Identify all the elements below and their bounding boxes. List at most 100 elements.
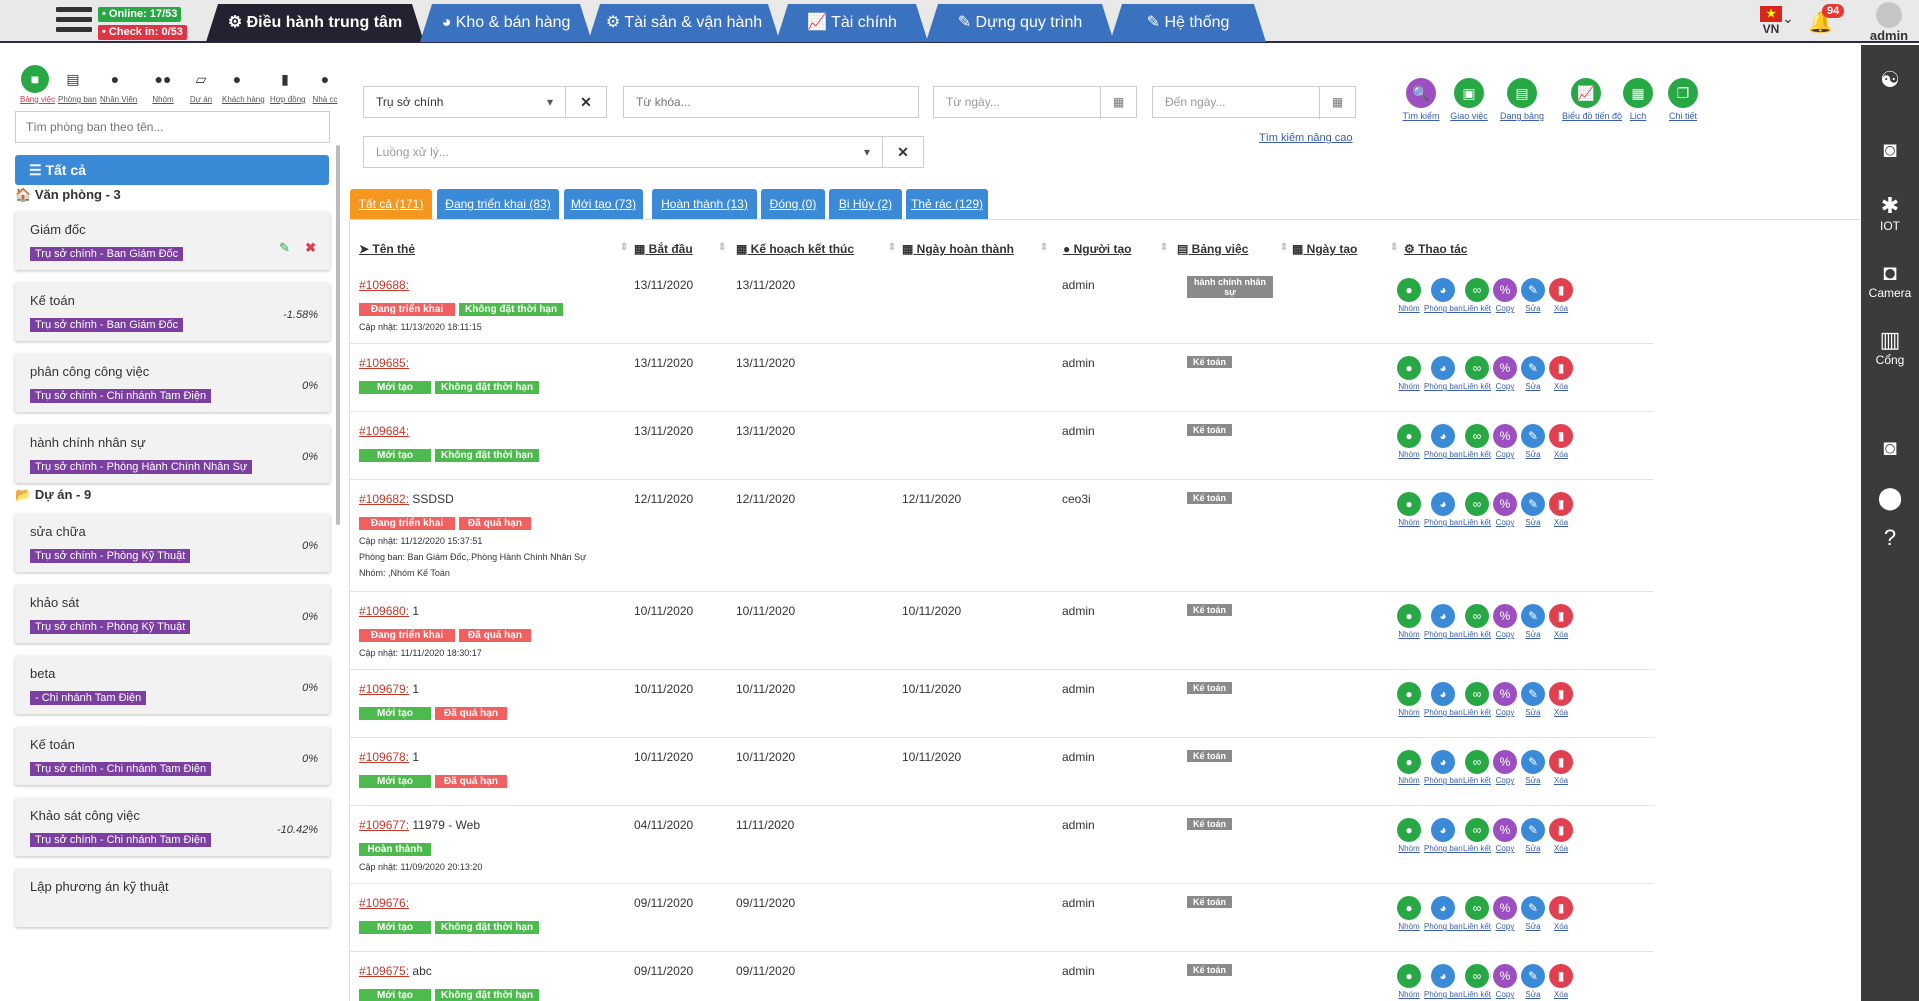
task-id-link[interactable]: #109675: bbox=[359, 964, 409, 978]
sort-icon[interactable]: ⇕ bbox=[1040, 242, 1048, 253]
chi-tiet-button[interactable]: ❐ Chi tiết bbox=[1659, 78, 1707, 121]
group-van-phong[interactable]: 🏠 Văn phòng - 3 bbox=[15, 187, 121, 203]
sidebar-icon-nha-cc[interactable]: ● Nhà cc bbox=[310, 65, 340, 104]
task-id-link[interactable]: #109679: bbox=[359, 682, 409, 696]
nhom-action-button[interactable]: ● Nhóm bbox=[1390, 818, 1428, 853]
calendar-icon[interactable]: ▦ bbox=[1319, 87, 1355, 119]
rightbar-item-camera[interactable]: ◘ Camera bbox=[1861, 260, 1919, 300]
phong-ban-action-button[interactable]: ◕ Phòng ban bbox=[1424, 896, 1463, 931]
clear-branch-button[interactable]: ✕ bbox=[565, 86, 607, 118]
to-date-input[interactable]: Đến ngày... ▦ bbox=[1152, 86, 1356, 119]
table-row[interactable]: #109688: Đang triển khai Không đặt thời hạ… bbox=[350, 266, 1654, 344]
subtab-dong-0[interactable]: Đóng (0) bbox=[761, 189, 825, 219]
keyword-input[interactable] bbox=[623, 86, 919, 118]
sidebar-icon-khach-hang[interactable]: ● Khách hàng bbox=[222, 65, 265, 104]
table-row[interactable]: #109678: 1 Mới tạo Đã quá hạn 10/11/2020 10/… bbox=[350, 738, 1654, 806]
sort-icon[interactable]: ⇕ bbox=[1160, 242, 1168, 253]
sort-icon[interactable]: ⇕ bbox=[620, 242, 628, 253]
department-card[interactable]: Lập phương án kỹ thuật bbox=[15, 869, 330, 927]
sidebar-icon-hop-dong[interactable]: ▮ Hợp đồng bbox=[270, 65, 306, 104]
branch-select[interactable]: Trụ sở chính ▾ bbox=[363, 86, 566, 118]
calendar-icon[interactable]: ▦ bbox=[1100, 87, 1136, 119]
rightbar-item-iot[interactable]: ✱ IOT bbox=[1861, 193, 1919, 233]
phong-ban-action-button[interactable]: ◕ Phòng ban bbox=[1424, 604, 1463, 639]
tim-kiem-button[interactable]: 🔍 Tìm kiếm bbox=[1397, 78, 1445, 121]
department-card[interactable]: phân công công việc Trụ sở chính - Chi nh… bbox=[15, 354, 330, 412]
phong-ban-action-button[interactable]: ◕ Phòng ban bbox=[1424, 356, 1463, 391]
giao-viec-button[interactable]: ▣ Giao việc bbox=[1445, 78, 1493, 121]
tab-kho-ban-hang[interactable]: ◕ Kho & bán hàng bbox=[420, 4, 592, 42]
table-row[interactable]: #109680: 1 Đang triển khai Đã quá hạn Cập n… bbox=[350, 592, 1654, 670]
table-row[interactable]: #109682: SSDSD Đang triển khai Đã quá hạn C… bbox=[350, 480, 1654, 592]
xoa-action-button[interactable]: ▮ Xóa bbox=[1542, 750, 1580, 785]
task-id-link[interactable]: #109685: bbox=[359, 356, 409, 370]
phong-ban-action-button[interactable]: ◕ Phòng ban bbox=[1424, 818, 1463, 853]
department-card[interactable]: Giám đốc Trụ sở chính - Ban Giám Đốc ✎ ✖ bbox=[15, 212, 330, 270]
nhom-action-button[interactable]: ● Nhóm bbox=[1390, 604, 1428, 639]
sidebar-icon-phong-ban[interactable]: ▤ Phòng ban bbox=[58, 65, 97, 104]
nhom-action-button[interactable]: ● Nhóm bbox=[1390, 278, 1428, 313]
chevron-down-icon[interactable]: ⌄ bbox=[1782, 10, 1794, 27]
lich-button[interactable]: ▦ Lịch bbox=[1614, 78, 1662, 121]
nhom-action-button[interactable]: ● Nhóm bbox=[1390, 492, 1428, 527]
department-card[interactable]: Kế toán Trụ sở chính - Chi nhánh Tam Điện… bbox=[15, 727, 330, 785]
department-card[interactable]: beta - Chi nhánh Tam Điện 0% bbox=[15, 656, 330, 714]
table-row[interactable]: #109676: Mới tạo Không đặt thời hạn 09/11/2… bbox=[350, 884, 1654, 952]
xoa-action-button[interactable]: ▮ Xóa bbox=[1542, 278, 1580, 313]
sort-icon[interactable]: ⇕ bbox=[718, 242, 726, 253]
subtab-bi-huy-2[interactable]: Bị Hủy (2) bbox=[829, 189, 902, 219]
xoa-action-button[interactable]: ▮ Xóa bbox=[1542, 964, 1580, 999]
edit-icon[interactable]: ✎ bbox=[279, 240, 290, 256]
column-header-bat-dau[interactable]: ▦ Bắt đầu ⇕ bbox=[634, 242, 726, 256]
table-row[interactable]: #109679: 1 Mới tạo Đã quá hạn 10/11/2020 10/… bbox=[350, 670, 1654, 738]
tab-dung-quy-trinh[interactable]: ✎ Dựng quy trình bbox=[926, 4, 1114, 42]
nhom-action-button[interactable]: ● Nhóm bbox=[1390, 682, 1428, 717]
clear-flow-button[interactable]: ✕ bbox=[882, 136, 924, 168]
subtab-moi-tao-73[interactable]: Mới tạo (73) bbox=[564, 189, 643, 219]
rightbar-item-tool-0[interactable]: ☯ bbox=[1861, 67, 1919, 93]
user-menu[interactable]: admin bbox=[1860, 2, 1918, 43]
sidebar-scrollbar[interactable] bbox=[336, 145, 340, 525]
nhom-action-button[interactable]: ● Nhóm bbox=[1390, 964, 1428, 999]
rightbar-item-cong[interactable]: ▥ Cổng bbox=[1861, 327, 1919, 367]
xoa-action-button[interactable]: ▮ Xóa bbox=[1542, 604, 1580, 639]
xoa-action-button[interactable]: ▮ Xóa bbox=[1542, 424, 1580, 459]
sidebar-icon-nhom[interactable]: ●● Nhóm bbox=[148, 65, 178, 104]
advanced-search-link[interactable]: Tìm kiếm nâng cao bbox=[1259, 132, 1353, 144]
phong-ban-action-button[interactable]: ◕ Phòng ban bbox=[1424, 682, 1463, 717]
subtab-hoan-thanh-13[interactable]: Hoàn thành (13) bbox=[652, 189, 757, 219]
column-header-ten-the[interactable]: ➤ Tên thẻ ⇕ bbox=[359, 242, 628, 256]
table-row[interactable]: #109675: abc Mới tạo Không đặt thời hạn 09/… bbox=[350, 952, 1654, 1001]
task-id-link[interactable]: #109682: bbox=[359, 492, 409, 506]
nhom-action-button[interactable]: ● Nhóm bbox=[1390, 750, 1428, 785]
column-header-thao-tac[interactable]: ⚙ Thao tác bbox=[1404, 242, 1467, 256]
menu-icon[interactable] bbox=[56, 7, 92, 37]
department-card[interactable]: khảo sát Trụ sở chính - Phòng Kỹ Thuật 0% bbox=[15, 585, 330, 643]
phong-ban-action-button[interactable]: ◕ Phòng ban bbox=[1424, 492, 1463, 527]
xoa-action-button[interactable]: ▮ Xóa bbox=[1542, 356, 1580, 391]
subtab-tat-ca-171[interactable]: Tất cả (171) bbox=[350, 189, 432, 219]
task-id-link[interactable]: #109678: bbox=[359, 750, 409, 764]
nhom-action-button[interactable]: ● Nhóm bbox=[1390, 896, 1428, 931]
rightbar-item-tool-5[interactable]: ◙ bbox=[1861, 435, 1919, 461]
tab-tai-san[interactable]: ⚙ Tài sản & vận hành bbox=[588, 4, 780, 42]
column-header-ngay-tao[interactable]: ▦ Ngày tạo ⇕ bbox=[1292, 242, 1398, 256]
phong-ban-action-button[interactable]: ◕ Phòng ban bbox=[1424, 964, 1463, 999]
dang-bang-button[interactable]: ▤ Dạng bảng bbox=[1498, 78, 1546, 121]
xoa-action-button[interactable]: ▮ Xóa bbox=[1542, 818, 1580, 853]
department-card[interactable]: sửa chữa Trụ sở chính - Phòng Kỹ Thuật 0% bbox=[15, 514, 330, 572]
rightbar-item-tool-7[interactable]: ? bbox=[1861, 525, 1919, 551]
rightbar-item-tool-6[interactable]: ⬤ bbox=[1861, 485, 1919, 511]
tab-dieu-hanh[interactable]: ⚙ Điều hành trung tâm bbox=[206, 4, 424, 42]
column-header-nguoi-tao[interactable]: ● Người tạo ⇕ bbox=[1063, 242, 1168, 256]
column-header-ngay-hoan-thanh[interactable]: ▦ Ngày hoàn thành ⇕ bbox=[902, 242, 1048, 256]
subtab-dang-trien-khai-83[interactable]: Đang triển khai (83) bbox=[437, 189, 559, 219]
phong-ban-action-button[interactable]: ◕ Phòng ban bbox=[1424, 278, 1463, 313]
sort-icon[interactable]: ⇕ bbox=[1280, 242, 1288, 253]
all-button[interactable]: ☰ Tất cả bbox=[15, 155, 329, 185]
table-row[interactable]: #109684: Mới tạo Không đặt thời hạn 13/11/2… bbox=[350, 412, 1654, 480]
task-id-link[interactable]: #109676: bbox=[359, 896, 409, 910]
sidebar-icon-nhan-vien[interactable]: ● Nhân Viên bbox=[100, 65, 137, 104]
tab-tai-chinh[interactable]: 📈 Tài chính bbox=[776, 4, 928, 42]
phong-ban-action-button[interactable]: ◕ Phòng ban bbox=[1424, 750, 1463, 785]
